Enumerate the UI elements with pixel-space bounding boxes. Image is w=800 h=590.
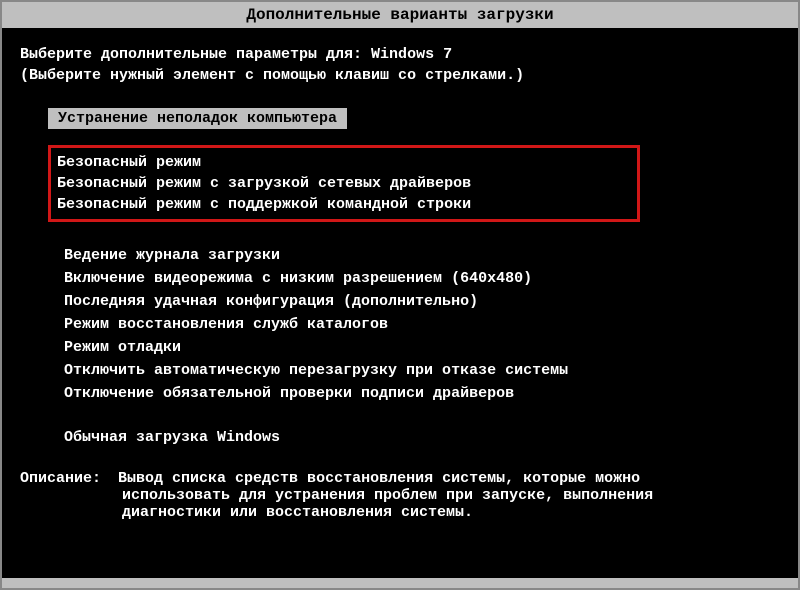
advanced-options-list: Ведение журнала загрузки Включение видео… bbox=[64, 244, 780, 405]
prompt-os: Выберите дополнительные параметры для: W… bbox=[20, 46, 780, 63]
menu-item-low-res-video[interactable]: Включение видеорежима с низким разрешени… bbox=[64, 267, 780, 290]
description-text-1: Вывод списка средств восстановления сист… bbox=[118, 470, 640, 487]
menu-item-debug-mode[interactable]: Режим отладки bbox=[64, 336, 780, 359]
menu-item-last-known-good[interactable]: Последняя удачная конфигурация (дополнит… bbox=[64, 290, 780, 313]
menu-item-repair-selected[interactable]: Устранение неполадок компьютера bbox=[48, 108, 347, 129]
bottom-bar bbox=[2, 578, 798, 588]
menu-item-disable-driver-sig[interactable]: Отключение обязательной проверки подписи… bbox=[64, 382, 780, 405]
description-label: Описание: bbox=[20, 470, 101, 487]
content-area: Выберите дополнительные параметры для: W… bbox=[2, 28, 798, 521]
page-title: Дополнительные варианты загрузки bbox=[246, 6, 553, 24]
title-bar: Дополнительные варианты загрузки bbox=[2, 2, 798, 28]
menu-item-normal-boot[interactable]: Обычная загрузка Windows bbox=[64, 427, 780, 448]
description-text-2: использовать для устранения проблем при … bbox=[122, 487, 780, 504]
menu-item-safe-mode-cmd[interactable]: Безопасный режим с поддержкой командной … bbox=[57, 194, 629, 215]
safe-mode-highlight-block: Безопасный режим Безопасный режим с загр… bbox=[48, 145, 640, 222]
menu-item-safe-mode-network[interactable]: Безопасный режим с загрузкой сетевых дра… bbox=[57, 173, 629, 194]
description-block: Описание: Вывод списка средств восстанов… bbox=[20, 470, 780, 521]
menu-item-disable-auto-restart[interactable]: Отключить автоматическую перезагрузку пр… bbox=[64, 359, 780, 382]
menu-item-safe-mode[interactable]: Безопасный режим bbox=[57, 152, 629, 173]
description-text-3: диагностики или восстановления системы. bbox=[122, 504, 780, 521]
prompt-instruction: (Выберите нужный элемент с помощью клави… bbox=[20, 67, 780, 84]
menu-item-dsrm[interactable]: Режим восстановления служб каталогов bbox=[64, 313, 780, 336]
menu-item-boot-logging[interactable]: Ведение журнала загрузки bbox=[64, 244, 780, 267]
